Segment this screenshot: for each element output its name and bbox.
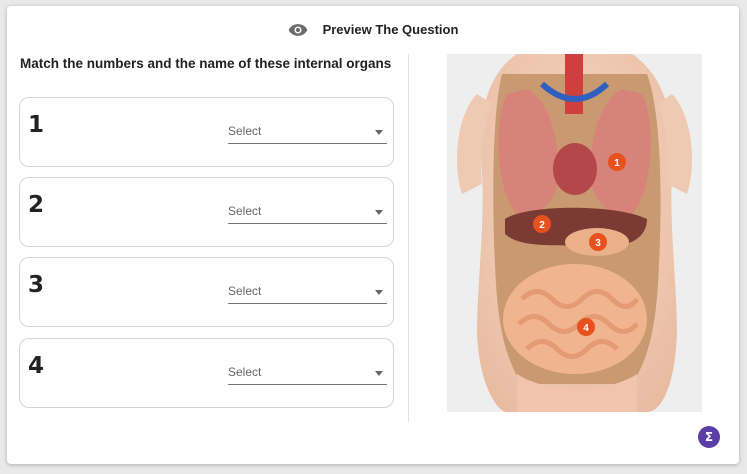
svg-text:4: 4: [583, 323, 589, 334]
organ-select-3[interactable]: Select: [228, 278, 387, 304]
row-number: 1: [28, 112, 45, 138]
organ-marker-2: 2: [533, 215, 551, 233]
svg-text:1: 1: [614, 158, 620, 169]
organ-marker-1: 1: [608, 153, 626, 171]
preview-header: Preview The Question: [7, 22, 739, 37]
select-placeholder: Select: [228, 124, 262, 138]
select-placeholder: Select: [228, 284, 262, 298]
organ-marker-3: 3: [589, 233, 607, 251]
row-number: 3: [28, 272, 45, 298]
row-number: 4: [28, 353, 45, 379]
dropdown-arrow-icon: [375, 371, 383, 376]
organ-select-4[interactable]: Select: [228, 359, 387, 385]
anatomy-image: 1 2 3 4: [447, 54, 702, 412]
organ-select-1[interactable]: Select: [228, 118, 387, 144]
torso-model-illustration: 1 2 3 4: [447, 54, 702, 412]
match-row-2: 2 Select: [19, 177, 394, 247]
question-text: Match the numbers and the name of these …: [20, 56, 392, 71]
row-number: 2: [28, 192, 45, 218]
dropdown-arrow-icon: [375, 210, 383, 215]
svg-text:2: 2: [539, 220, 545, 231]
match-row-1: 1 Select: [19, 97, 394, 167]
match-row-3: 3 Select: [19, 257, 394, 327]
organ-select-2[interactable]: Select: [228, 198, 387, 224]
select-placeholder: Select: [228, 365, 262, 379]
match-row-4: 4 Select: [19, 338, 394, 408]
column-divider: [408, 54, 409, 422]
dropdown-arrow-icon: [375, 290, 383, 295]
eye-icon: [288, 23, 307, 36]
question-preview-card: Preview The Question Match the numbers a…: [7, 6, 739, 464]
dropdown-arrow-icon: [375, 130, 383, 135]
formula-button[interactable]: Σ: [698, 426, 720, 448]
svg-text:3: 3: [595, 238, 601, 249]
preview-title: Preview The Question: [322, 22, 459, 37]
organ-marker-4: 4: [577, 318, 595, 336]
select-placeholder: Select: [228, 204, 262, 218]
